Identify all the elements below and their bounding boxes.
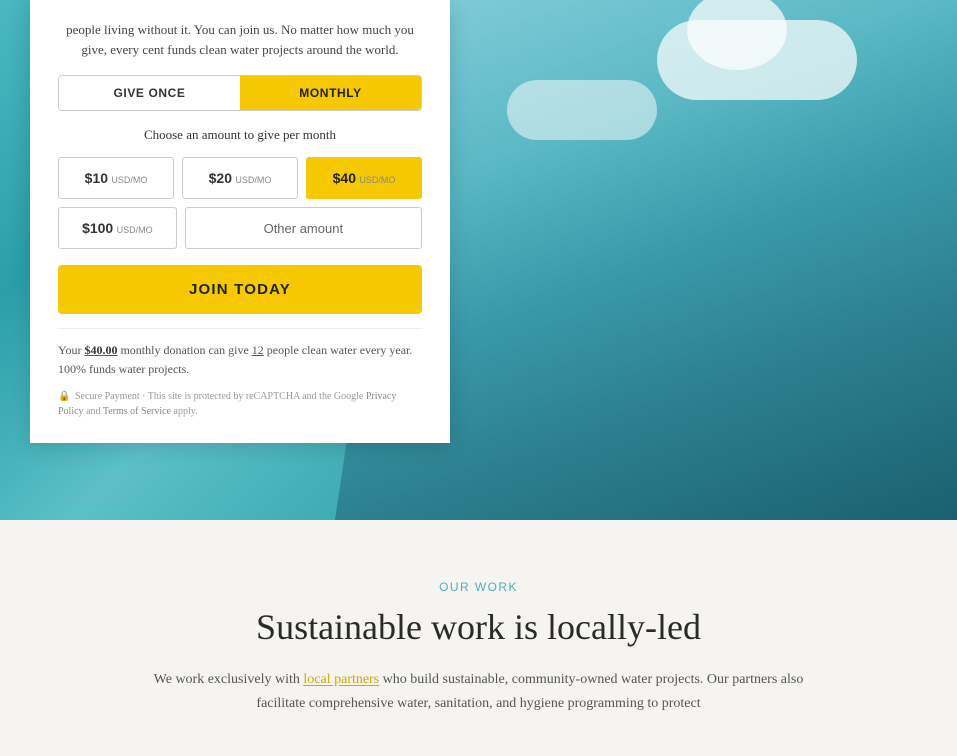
donation-note-prefix: Your [58, 343, 84, 357]
our-work-title: Sustainable work is locally-led [40, 606, 917, 648]
secure-note-prefix: Secure Payment · This site is protected … [75, 391, 366, 402]
amount-100-unit: USD/mo [117, 225, 153, 235]
local-partners-highlight: local partners [303, 672, 379, 687]
amount-100-value: $100 [82, 220, 113, 236]
our-work-label: OUR WORK [40, 580, 917, 594]
donation-note: Your $40.00 monthly donation can give 12… [58, 328, 422, 379]
hero-section: people living without it. You can join u… [0, 0, 957, 520]
amount-20-unit: USD/mo [235, 175, 271, 185]
amount-10-button[interactable]: $10 USD/mo [58, 157, 174, 199]
terms-of-service-link[interactable]: Terms of Service [103, 406, 171, 417]
amount-10-value: $10 [85, 170, 108, 186]
amount-label: Choose an amount to give per month [58, 127, 422, 143]
donation-note-mid: monthly donation can give [117, 343, 251, 357]
other-amount-button[interactable]: Other amount [185, 207, 422, 249]
donation-note-amount: $40.00 [84, 343, 117, 357]
amount-20-button[interactable]: $20 USD/mo [182, 157, 298, 199]
amount-10-unit: USD/mo [111, 175, 147, 185]
lock-icon: 🔒 [58, 389, 70, 404]
give-frequency-toggle: GIVE ONCE MONTHLY [58, 75, 422, 111]
secure-note-and: and [84, 406, 103, 417]
monthly-button[interactable]: MONTHLY [240, 76, 421, 110]
cloud-1 [657, 20, 857, 100]
amount-40-unit: USD/mo [359, 175, 395, 185]
intro-text: people living without it. You can join u… [58, 20, 422, 59]
secure-note: 🔒 Secure Payment · This site is protecte… [58, 389, 422, 419]
our-work-description: We work exclusively with local partners … [129, 668, 829, 716]
amount-40-button[interactable]: $40 USD/mo [306, 157, 422, 199]
our-work-section: OUR WORK Sustainable work is locally-led… [0, 520, 957, 756]
secure-note-suffix: apply. [171, 406, 198, 417]
amount-40-value: $40 [333, 170, 356, 186]
cloud-2 [507, 80, 657, 140]
amount-20-value: $20 [209, 170, 232, 186]
give-once-button[interactable]: GIVE ONCE [59, 76, 240, 110]
other-amount-label: Other amount [264, 221, 344, 236]
donation-card: people living without it. You can join u… [30, 0, 450, 443]
join-today-button[interactable]: JOIN TODAY [58, 265, 422, 314]
amount-grid: $10 USD/mo $20 USD/mo $40 USD/mo [58, 157, 422, 199]
donation-note-count: 12 [252, 343, 264, 357]
amount-row-2: $100 USD/mo Other amount [58, 207, 422, 249]
amount-100-button[interactable]: $100 USD/mo [58, 207, 177, 249]
